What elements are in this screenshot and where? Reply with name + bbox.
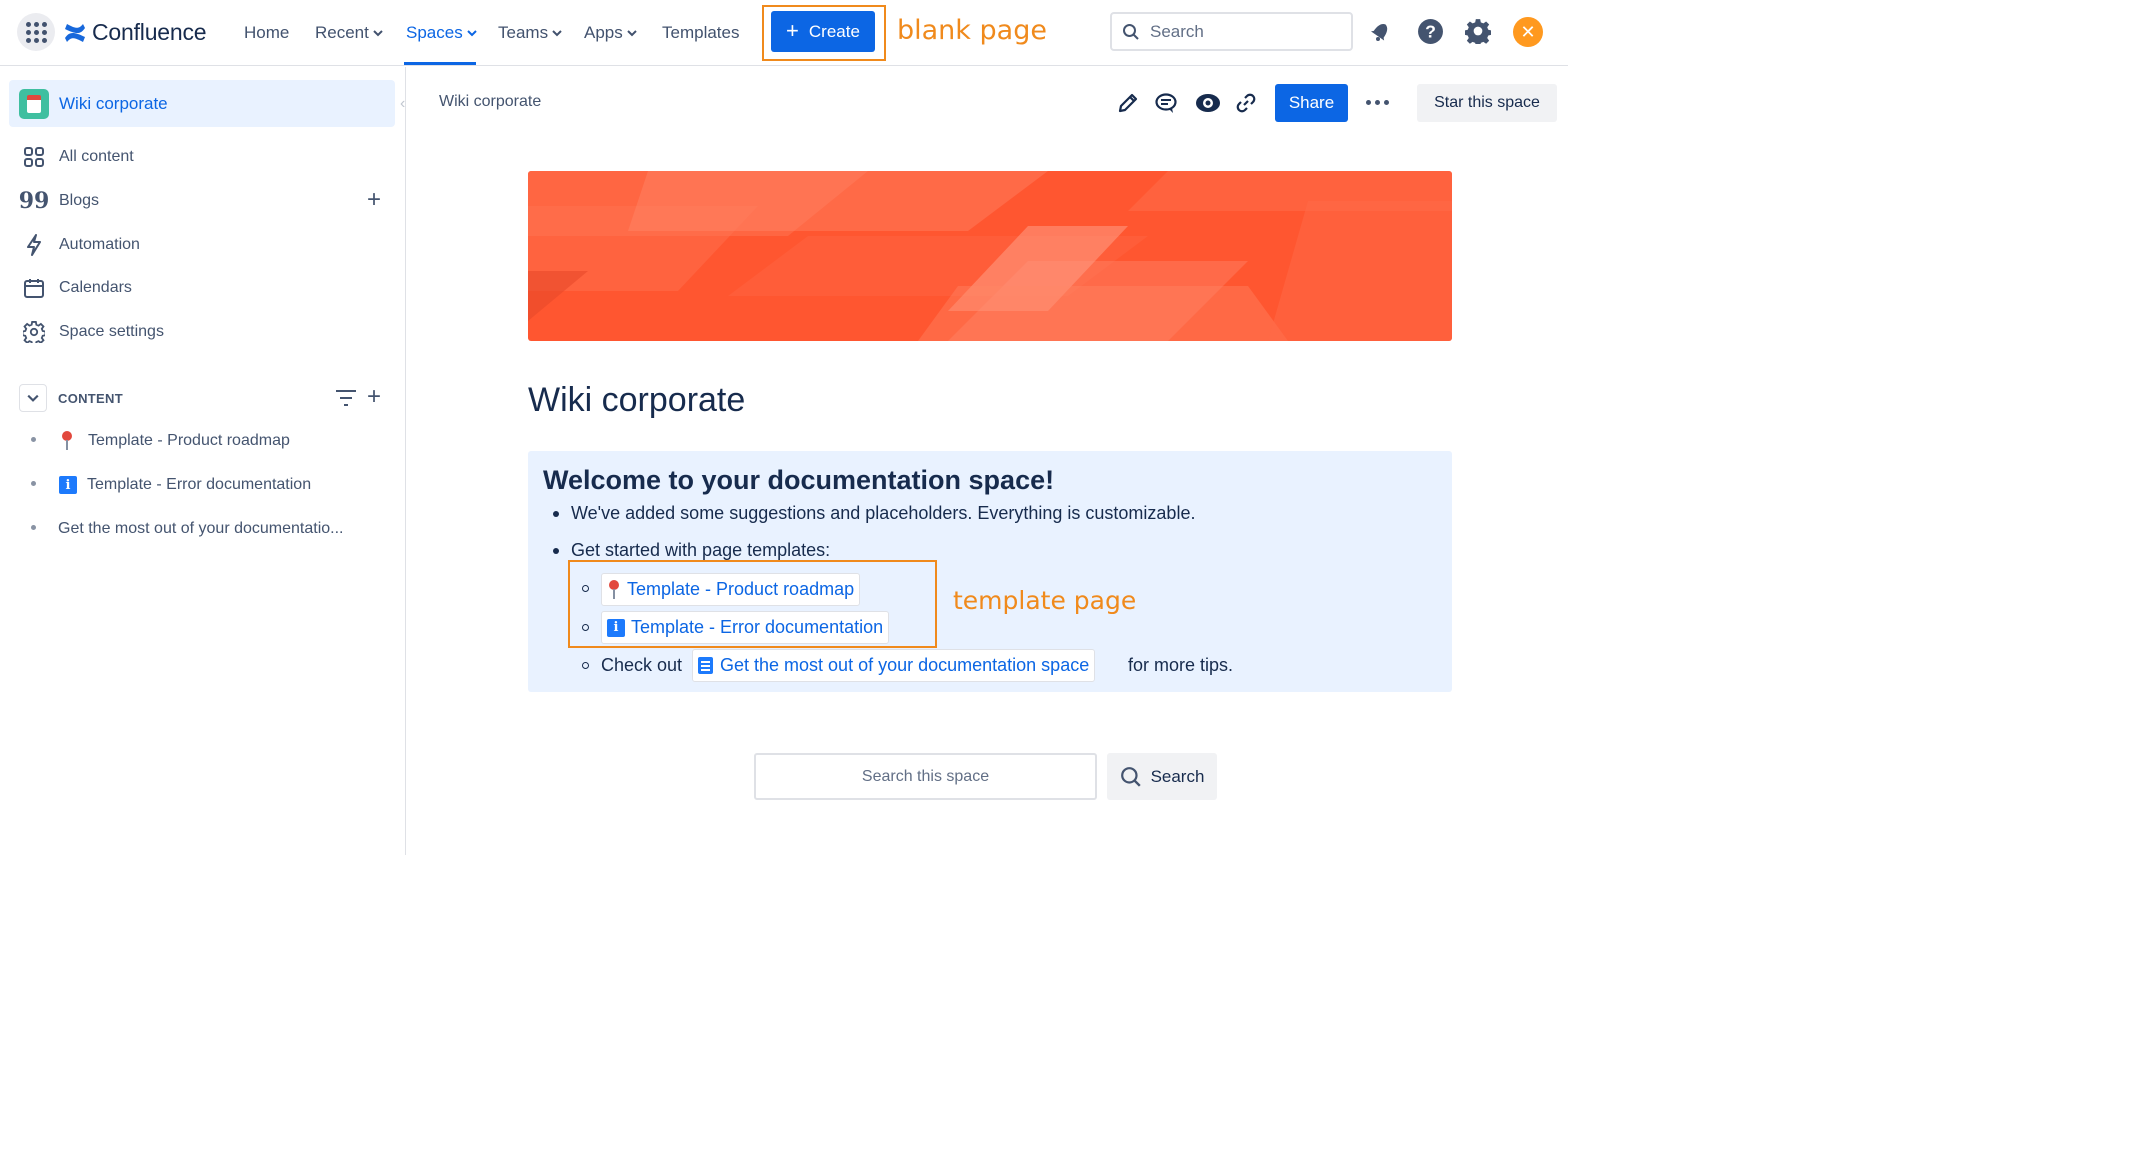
link-get-most-out[interactable]: Get the most out of your documentation s… <box>692 649 1096 682</box>
check-out-prefix: Check out <box>601 655 683 675</box>
tree-item-error-documentation[interactable]: i Template - Error documentation <box>59 472 311 498</box>
edit-icon[interactable] <box>1115 90 1141 116</box>
sidebar-item-blogs[interactable]: 99 Blogs <box>18 188 100 214</box>
link-icon[interactable] <box>1233 90 1259 116</box>
calendar-icon <box>22 276 46 300</box>
svg-text:?: ? <box>1425 21 1436 41</box>
info-icon: i <box>59 476 77 494</box>
quote-icon: 99 <box>18 188 50 214</box>
chevron-down-icon <box>466 30 477 37</box>
panel-bullet-1: We've added some suggestions and placeho… <box>571 503 1196 523</box>
filter-icon[interactable] <box>335 389 357 412</box>
pushpin-icon <box>60 431 74 451</box>
nav-spaces[interactable]: Spaces <box>406 22 477 44</box>
space-search-button[interactable]: Search <box>1107 753 1217 800</box>
more-actions-icon[interactable] <box>1366 100 1389 105</box>
global-search-input[interactable]: Search <box>1110 12 1353 51</box>
sidebar-item-calendars[interactable]: Calendars <box>22 275 132 301</box>
tree-item-label: Template - Error documentation <box>87 476 312 493</box>
sidebar-item-label: Space settings <box>59 323 164 340</box>
nav-spaces-label: Spaces <box>406 23 463 42</box>
tree-item-get-most-out[interactable]: Get the most out of your documentatio... <box>58 516 343 542</box>
gear-icon <box>22 320 46 344</box>
star-space-button[interactable]: Star this space <box>1417 84 1557 122</box>
chevron-down-icon[interactable] <box>19 384 47 412</box>
space-banner-image <box>528 171 1452 341</box>
chevron-down-icon <box>627 30 637 37</box>
profile-avatar[interactable]: ✕ <box>1513 17 1543 47</box>
content-header-label: CONTENT <box>58 390 123 406</box>
nav-apps[interactable]: Apps <box>584 22 637 44</box>
settings-icon[interactable] <box>1464 17 1492 45</box>
sidebar-item-automation[interactable]: Automation <box>22 232 140 258</box>
lightning-icon <box>22 233 46 257</box>
nav-templates[interactable]: Templates <box>662 22 739 44</box>
sub-bullet <box>582 662 589 669</box>
panel-heading: Welcome to your documentation space! <box>543 465 1055 495</box>
tree-bullet <box>31 437 36 442</box>
chevron-down-icon <box>373 30 383 37</box>
grid-icon <box>22 145 46 169</box>
space-name: Wiki corporate <box>59 93 168 113</box>
sidebar-item-all-content[interactable]: All content <box>22 144 134 170</box>
app-switcher-icon[interactable] <box>17 13 55 51</box>
breadcrumb[interactable]: Wiki corporate <box>439 93 541 111</box>
nav-teams-label: Teams <box>498 23 549 42</box>
template-highlight-box <box>568 560 937 648</box>
tree-bullet <box>31 481 36 486</box>
sidebar-item-label: Automation <box>59 236 140 253</box>
space-header[interactable]: Wiki corporate <box>9 80 395 127</box>
help-icon[interactable]: ? <box>1416 17 1444 45</box>
search-icon <box>1123 23 1139 40</box>
space-search-placeholder: Search this space <box>861 767 990 785</box>
nav-recent-label: Recent <box>315 23 369 42</box>
notifications-icon[interactable] <box>1367 17 1395 45</box>
watch-eye-icon[interactable] <box>1195 90 1221 116</box>
sidebar-item-label: All content <box>59 148 134 165</box>
space-search-input[interactable]: Search this space <box>754 753 1097 800</box>
top-navigation: Confluence Home Recent Spaces Teams Apps… <box>0 0 1568 66</box>
chevron-down-icon <box>552 30 562 37</box>
check-out-suffix: for more tips. <box>1128 655 1234 675</box>
sidebar-item-label: Calendars <box>59 279 132 296</box>
sidebar: Wiki corporate ‹ All content 99 Blogs + … <box>0 67 406 855</box>
tree-item-product-roadmap[interactable]: Template - Product roadmap <box>60 428 290 454</box>
nav-apps-label: Apps <box>584 23 623 42</box>
annotation-blank-page: blank page <box>897 15 1047 46</box>
tree-item-label: Template - Product roadmap <box>88 432 290 449</box>
bullet-dot <box>553 511 559 517</box>
product-name: Confluence <box>92 19 207 45</box>
sidebar-item-space-settings[interactable]: Space settings <box>22 319 164 345</box>
tree-item-label: Get the most out of your documentatio... <box>58 520 344 537</box>
space-search-button-label: Search <box>1150 766 1205 786</box>
share-button[interactable]: Share <box>1275 84 1348 122</box>
page-title: Wiki corporate <box>528 381 746 419</box>
space-avatar-icon <box>19 88 49 119</box>
link-label: Get the most out of your documentation s… <box>720 655 1090 675</box>
confluence-logo-icon <box>65 23 85 42</box>
search-placeholder: Search <box>1150 21 1204 41</box>
nav-recent[interactable]: Recent <box>315 22 383 44</box>
nav-templates-label: Templates <box>662 23 740 42</box>
confluence-logo[interactable]: Confluence <box>63 19 207 46</box>
nav-teams[interactable]: Teams <box>498 22 562 44</box>
add-content-button[interactable]: + <box>367 385 381 409</box>
plus-icon: + <box>786 17 799 43</box>
bullet-dot <box>553 548 559 554</box>
collapse-sidebar-icon[interactable]: ‹ <box>400 95 405 113</box>
content-section-header: CONTENT <box>19 384 123 412</box>
comment-icon[interactable] <box>1153 90 1179 116</box>
nav-home-label: Home <box>244 23 290 42</box>
create-button-label: Create <box>808 21 860 41</box>
panel-bullet-2: Get started with page templates: <box>571 540 831 560</box>
tree-bullet <box>31 525 36 530</box>
annotation-template-page: template page <box>953 586 1137 615</box>
add-blog-button[interactable]: + <box>367 188 381 212</box>
document-icon <box>698 657 713 674</box>
sidebar-item-label: Blogs <box>59 192 100 209</box>
search-icon <box>1120 766 1141 787</box>
create-button[interactable]: + Create <box>771 11 875 52</box>
nav-home[interactable]: Home <box>244 22 289 44</box>
active-nav-indicator <box>404 62 476 65</box>
